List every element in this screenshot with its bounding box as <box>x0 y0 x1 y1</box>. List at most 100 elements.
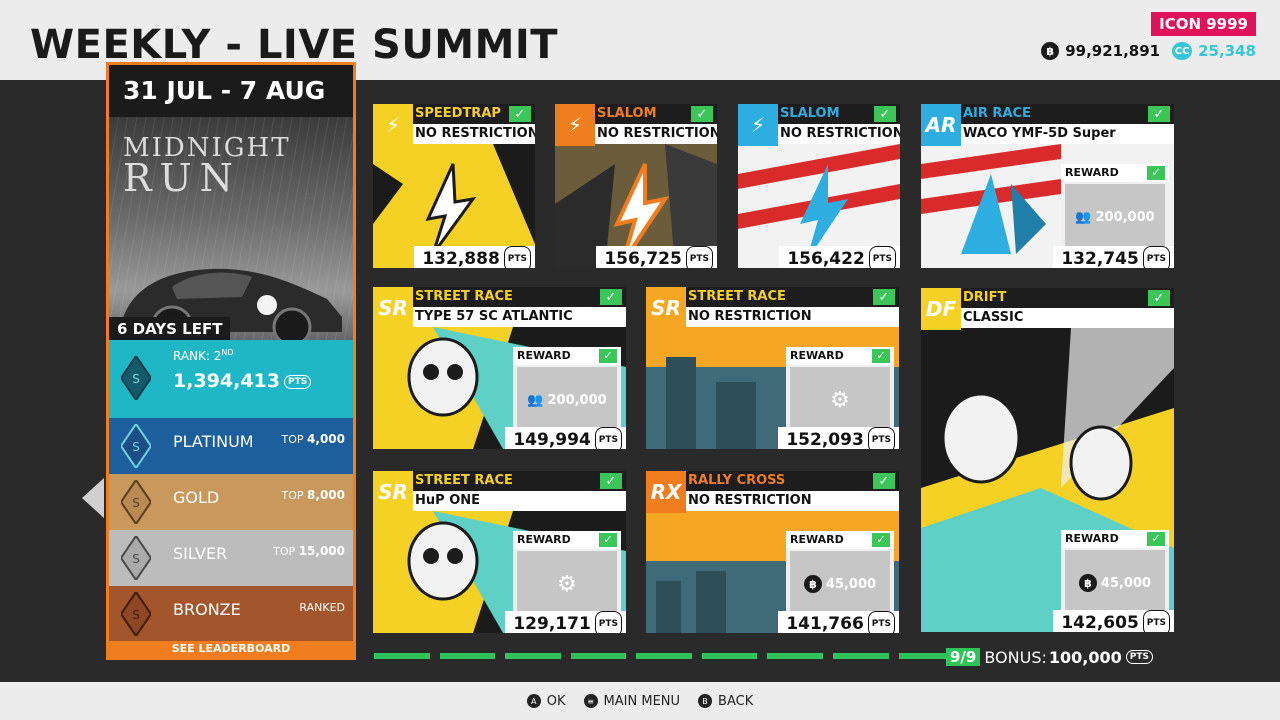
lightning-icon: ⚡ <box>373 104 413 146</box>
air-race-badge: AR <box>921 104 961 146</box>
silver-emblem-icon: S <box>121 536 151 580</box>
progress-segment <box>374 653 430 659</box>
completed-check-icon: ✓ <box>509 106 531 122</box>
event-card-drift[interactable]: DF DRIFT CLASSIC ✓ REWARD ✓ ฿ 45,000 142,… <box>921 288 1174 632</box>
progress-segment <box>767 653 823 659</box>
controller-hints: A OK ≡ MAIN MENU B BACK <box>0 682 1280 720</box>
street-race-badge: SR <box>646 287 686 329</box>
followers-icon: 👥 <box>527 392 544 408</box>
svg-text:S: S <box>132 372 140 386</box>
event-card-air-race[interactable]: AR AIR RACE WACO YMF-5D Super ✓ REWARD ✓… <box>921 104 1174 268</box>
completed-check-icon: ✓ <box>1148 106 1170 122</box>
platinum-emblem-icon: S <box>121 424 151 468</box>
svg-text:S: S <box>132 608 140 622</box>
completed-check-icon: ✓ <box>600 289 622 305</box>
ok-hint[interactable]: A OK <box>526 694 566 709</box>
progress-segment <box>570 653 627 659</box>
completed-check-icon: ✓ <box>691 106 713 122</box>
gold-emblem-icon: S <box>121 480 151 524</box>
event-card-street-race-2[interactable]: SR STREET RACE NO RESTRICTION ✓ REWARD ✓… <box>646 287 899 449</box>
tier-platinum: S PLATINUM TOP 4,000 <box>109 418 353 474</box>
completion-bonus: 9/9 BONUS: 100,000 PTS <box>946 646 1153 668</box>
car-part-icon: ⚙ <box>830 387 850 413</box>
reward-check-icon: ✓ <box>872 349 890 363</box>
rank-emblem-icon: S <box>121 356 151 400</box>
completed-check-icon: ✓ <box>873 473 895 489</box>
reward-check-icon: ✓ <box>872 533 890 547</box>
currency-display: ฿ 99,921,891 CC 25,348 <box>1041 42 1256 60</box>
event-points: 142,605 PTS <box>1053 610 1174 632</box>
reward-box: REWARD ✓ ฿ 45,000 <box>786 531 894 621</box>
tier-silver: S SILVER TOP 15,000 <box>109 530 353 586</box>
progress-segment <box>439 653 496 659</box>
event-card-slalom-1[interactable]: ⚡ SLALOM NO RESTRICTION ✓ 156,725 PTS <box>555 104 717 268</box>
menu-button-icon: ≡ <box>583 694 598 708</box>
reward-box: REWARD ✓ ⚙ <box>513 531 621 621</box>
crew-credits-value: 25,348 <box>1198 42 1256 60</box>
svg-text:S: S <box>132 552 140 566</box>
followers-icon: 👥 <box>1075 209 1092 225</box>
reward-box: REWARD ✓ ฿ 45,000 <box>1061 530 1169 620</box>
event-logo: MIDNIGHT RUN <box>123 133 291 200</box>
event-panel[interactable]: 31 JUL - 7 AUG MIDNIGHT RUN 6 DAYS LEFT … <box>106 62 356 660</box>
car-part-icon: ⚙ <box>557 571 577 597</box>
completed-check-icon: ✓ <box>600 473 622 489</box>
current-rank-row: S RANK: 2ND 1,394,413 PTS <box>109 340 353 418</box>
reward-box: REWARD ✓ ⚙ <box>786 347 894 437</box>
b-button-icon: B <box>698 694 713 708</box>
svg-text:S: S <box>132 440 140 454</box>
event-score: 1,394,413 PTS <box>173 370 312 392</box>
event-points: 132,888 PTS <box>414 246 535 268</box>
reward-check-icon: ✓ <box>599 349 617 363</box>
lightning-icon: ⚡ <box>555 104 595 146</box>
main-menu-hint[interactable]: ≡ MAIN MENU <box>583 694 680 709</box>
icon-level-badge: ICON 9999 <box>1151 12 1256 36</box>
bucks-icon: ฿ <box>803 575 822 593</box>
completion-progress <box>374 653 955 659</box>
completed-check-icon: ✓ <box>874 106 896 122</box>
event-points: 132,745 PTS <box>1053 246 1174 268</box>
tier-bronze: S BRONZE RANKED <box>109 586 353 642</box>
event-card-street-race-3[interactable]: SR STREET RACE HuP ONE ✓ REWARD ✓ ⚙ 129,… <box>373 471 626 633</box>
event-points: 141,766 PTS <box>778 611 899 633</box>
event-points: 156,725 PTS <box>596 246 717 268</box>
completed-check-icon: ✓ <box>873 289 895 305</box>
reward-box: REWARD ✓ 👥 200,000 <box>513 347 621 437</box>
bucks-icon: ฿ <box>1041 42 1060 60</box>
event-points: 129,171 PTS <box>505 611 626 633</box>
previous-arrow-icon[interactable] <box>82 478 104 518</box>
svg-text:S: S <box>132 496 140 510</box>
lightning-icon: ⚡ <box>738 104 778 146</box>
crew-credits-icon: CC <box>1172 42 1193 60</box>
days-left-label: 6 DAYS LEFT <box>109 317 231 341</box>
a-button-icon: A <box>526 694 541 708</box>
drift-badge: DF <box>921 288 961 330</box>
street-race-badge: SR <box>373 471 413 513</box>
event-points: 156,422 PTS <box>779 246 900 268</box>
reward-check-icon: ✓ <box>599 533 617 547</box>
progress-segment <box>505 653 561 659</box>
event-card-speedtrap[interactable]: ⚡ SPEEDTRAP NO RESTRICTION ✓ 132,888 PTS <box>373 104 535 268</box>
bronze-emblem-icon: S <box>121 592 151 636</box>
bucks-icon: ฿ <box>1078 574 1097 592</box>
see-leaderboard-link[interactable]: SEE LEADERBOARD <box>109 641 353 657</box>
progress-segment <box>636 653 692 659</box>
event-points: 152,093 PTS <box>778 427 899 449</box>
completed-check-icon: ✓ <box>1148 290 1170 306</box>
rank-label: RANK: 2ND <box>173 348 234 363</box>
reward-check-icon: ✓ <box>1147 532 1165 546</box>
event-card-slalom-2[interactable]: ⚡ SLALOM NO RESTRICTION ✓ 156,422 PTS <box>738 104 900 268</box>
rally-cross-badge: RX <box>646 471 686 513</box>
back-hint[interactable]: B BACK <box>698 694 753 709</box>
event-card-rally-cross[interactable]: RX RALLY CROSS NO RESTRICTION ✓ REWARD ✓… <box>646 471 899 633</box>
reward-check-icon: ✓ <box>1147 166 1165 180</box>
street-race-badge: SR <box>373 287 413 329</box>
reward-box: REWARD ✓ 👥 200,000 <box>1061 164 1169 254</box>
bucks-value: 99,921,891 <box>1065 42 1161 60</box>
event-points: 149,994 PTS <box>505 427 626 449</box>
progress-segment <box>832 653 889 659</box>
progress-segment <box>701 653 758 659</box>
event-card-street-race-1[interactable]: SR STREET RACE TYPE 57 SC ATLANTIC ✓ REW… <box>373 287 626 449</box>
tier-gold: S GOLD TOP 8,000 <box>109 474 353 530</box>
event-dates: 31 JUL - 7 AUG <box>109 65 353 117</box>
